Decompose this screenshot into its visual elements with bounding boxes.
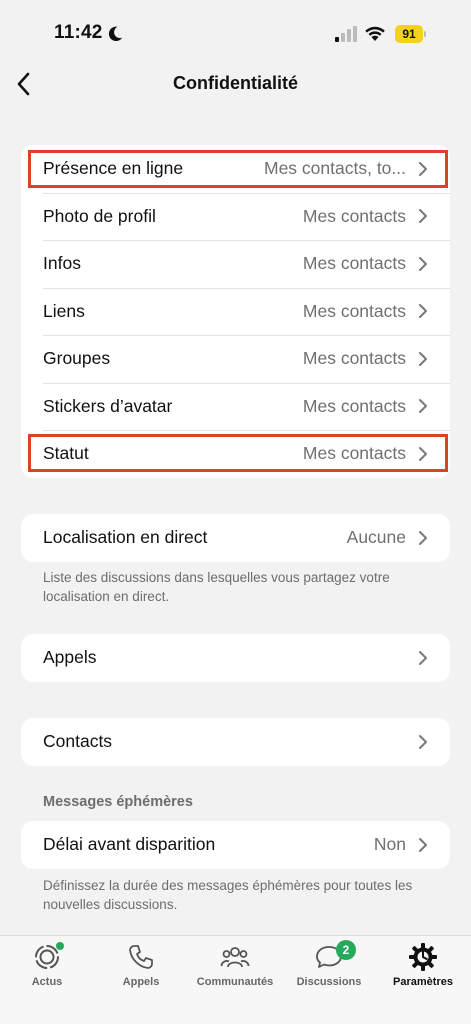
chevron-right-icon — [419, 446, 427, 461]
contacts-card: Contacts — [21, 718, 450, 766]
status-bar: 11:42 91 — [0, 0, 471, 60]
row-value: Mes contacts, to... — [264, 158, 406, 179]
tab-calls[interactable]: Appels — [96, 942, 186, 1002]
chevron-right-icon — [419, 734, 427, 749]
row-label: Liens — [43, 300, 85, 321]
row-value: Mes contacts — [302, 300, 406, 321]
battery-level: 91 — [395, 25, 423, 43]
row-label: Appels — [43, 647, 97, 668]
chevron-right-icon — [419, 161, 427, 176]
disappearing-card: Délai avant disparition Non — [21, 821, 450, 869]
row-about[interactable]: Infos Mes contacts — [21, 240, 450, 288]
row-live-location[interactable]: Localisation en direct Aucune — [21, 514, 450, 562]
updates-dot-badge — [56, 942, 64, 950]
row-label: Statut — [43, 443, 89, 464]
row-label: Délai avant disparition — [43, 834, 216, 855]
disappearing-footnote: Définissez la durée des messages éphémèr… — [43, 878, 413, 912]
row-value: Non — [373, 834, 406, 855]
row-profile-photo[interactable]: Photo de profil Mes contacts — [21, 192, 450, 241]
chevron-right-icon — [419, 256, 427, 271]
row-label: Contacts — [43, 731, 113, 752]
nav-bar: Confidentialité — [0, 60, 471, 110]
calls-card: Appels — [21, 634, 450, 682]
row-avatar-stickers[interactable]: Stickers d’avatar Mes contacts — [21, 382, 450, 431]
row-value: Mes contacts — [302, 205, 406, 226]
row-default-timer[interactable]: Délai avant disparition Non — [21, 821, 450, 869]
privacy-settings-card: Présence en ligne Mes contacts, to... Ph… — [21, 145, 450, 478]
communities-icon — [220, 947, 250, 968]
page-title: Confidentialité — [173, 73, 298, 93]
row-groups[interactable]: Groupes Mes contacts — [21, 335, 450, 383]
status-time: 11:42 — [54, 22, 103, 43]
settings-gear-icon — [409, 943, 437, 971]
chevron-right-icon — [419, 351, 427, 366]
tab-label: Communautés — [196, 976, 274, 988]
row-label: Présence en ligne — [43, 158, 184, 179]
row-value: Mes contacts — [302, 253, 406, 274]
row-label: Infos — [43, 253, 81, 274]
tab-communities[interactable]: Communautés — [190, 942, 280, 1002]
chevron-right-icon — [419, 837, 427, 852]
chats-unread-badge: 2 — [336, 940, 356, 960]
chevron-right-icon — [419, 650, 427, 665]
row-label: Stickers d’avatar — [43, 395, 173, 416]
tab-bar: Actus Appels Communautés 2 Discussions P… — [0, 935, 471, 1024]
live-location-card: Localisation en direct Aucune — [21, 514, 450, 562]
row-status[interactable]: Statut Mes contacts — [21, 430, 450, 478]
row-value: Mes contacts — [302, 443, 406, 464]
chevron-right-icon — [419, 209, 427, 224]
tab-label: Appels — [122, 976, 160, 988]
row-contacts[interactable]: Contacts — [21, 718, 450, 766]
row-value: Mes contacts — [302, 348, 406, 369]
row-links[interactable]: Liens Mes contacts — [21, 287, 450, 336]
row-value: Aucune — [346, 527, 406, 548]
tab-label: Paramètres — [393, 976, 453, 988]
chevron-right-icon — [419, 530, 427, 545]
live-location-footnote: Liste des discussions dans lesquelles vo… — [43, 570, 390, 604]
tab-label: Discussions — [296, 976, 362, 988]
row-label: Localisation en direct — [43, 527, 208, 548]
tab-chats[interactable]: 2 Discussions — [284, 940, 374, 1002]
phone-icon — [129, 945, 153, 969]
tab-settings[interactable]: Paramètres — [378, 942, 468, 1002]
row-label: Groupes — [43, 348, 111, 369]
row-label: Photo de profil — [43, 205, 156, 226]
moon-icon — [108, 26, 123, 42]
row-calls[interactable]: Appels — [21, 634, 450, 682]
tab-label: Actus — [31, 976, 63, 988]
cellular-signal-icon — [335, 26, 357, 42]
battery-icon: 91 — [395, 25, 427, 43]
chevron-right-icon — [419, 399, 427, 414]
wifi-icon — [365, 26, 385, 41]
chevron-right-icon — [419, 304, 427, 319]
row-value: Mes contacts — [302, 395, 406, 416]
tab-updates[interactable]: Actus — [2, 942, 92, 1002]
section-header-disappearing-messages: Messages éphémères — [43, 794, 193, 810]
row-online-presence[interactable]: Présence en ligne Mes contacts, to... — [21, 145, 450, 193]
